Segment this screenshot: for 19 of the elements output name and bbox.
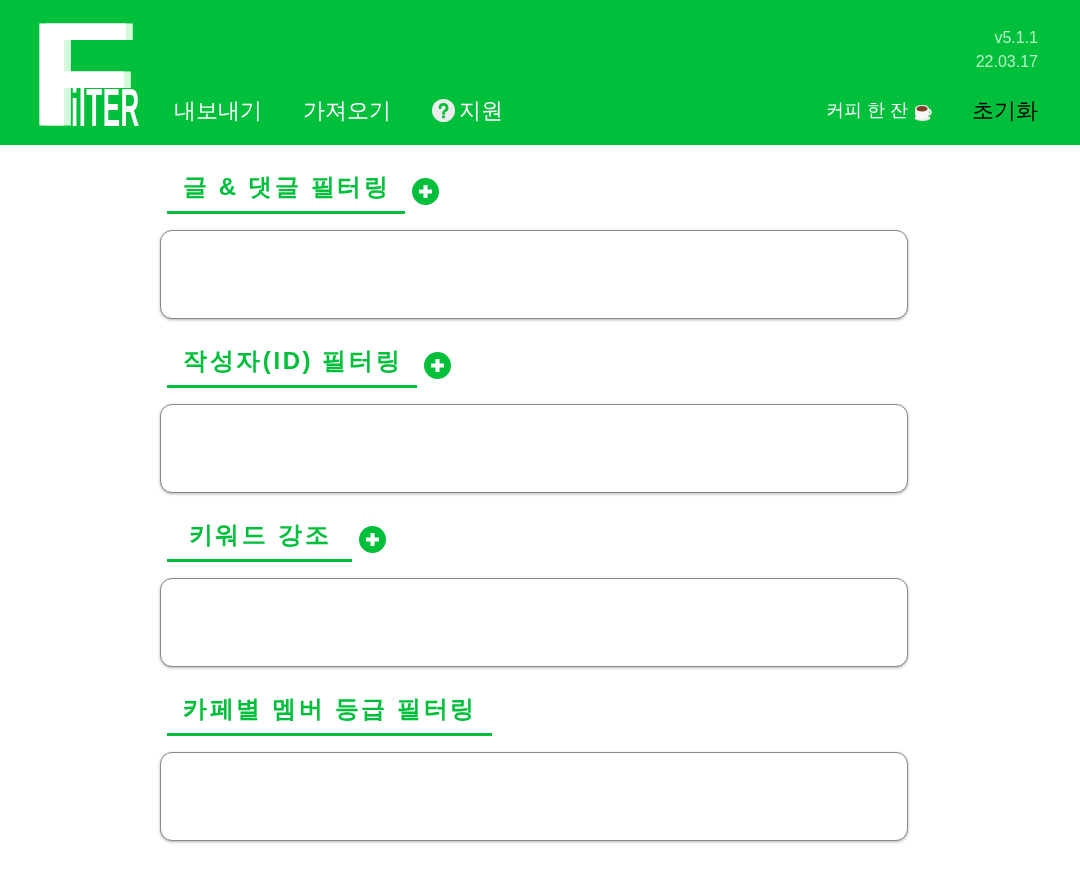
add-icon[interactable]	[424, 351, 452, 379]
nav-link[interactable]: 지원	[432, 94, 503, 127]
reset-link[interactable]: 초기화	[972, 94, 1038, 127]
coffee-link[interactable]: 커피 한 잔	[826, 97, 934, 124]
text-area[interactable]	[160, 230, 908, 319]
section-title: 카페별 멤버 등급 필터링	[167, 691, 492, 736]
text-area[interactable]	[160, 578, 908, 667]
add-icon[interactable]	[359, 525, 386, 553]
nav-link[interactable]: 내보내기	[174, 94, 262, 127]
text-area[interactable]	[160, 404, 908, 493]
section-title: 키워드 강조	[167, 517, 352, 562]
date-text: 22.03.17	[975, 52, 1038, 72]
nav-link[interactable]: 가져오기	[303, 94, 391, 127]
add-icon[interactable]	[412, 177, 440, 205]
help-icon	[432, 99, 455, 122]
text-area[interactable]	[160, 752, 908, 841]
section-title: 작성자(ID) 필터링	[167, 343, 418, 388]
section-title: 글 & 댓글 필터링	[167, 169, 406, 214]
version-text: v5.1.1	[994, 28, 1038, 48]
